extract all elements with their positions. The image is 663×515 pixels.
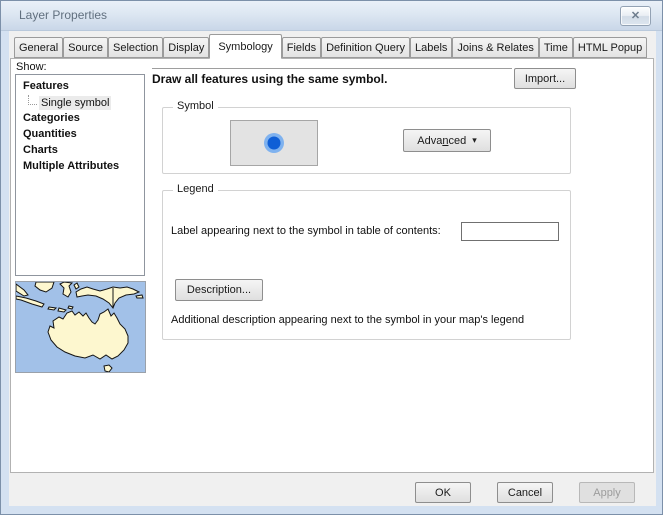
tab-labels[interactable]: Labels [410, 37, 452, 58]
symbol-groupbox: Symbol Advanced ▾ [162, 107, 571, 174]
legend-additional-text: Additional description appearing next to… [171, 314, 524, 326]
tab-joins-relates[interactable]: Joins & Relates [452, 37, 538, 58]
map-thumbnail [15, 281, 146, 373]
point-symbol-icon [263, 132, 285, 154]
legend-groupbox: Legend Label appearing next to the symbo… [162, 190, 571, 340]
page-heading: Draw all features using the same symbol. [152, 72, 387, 86]
symbol-preview-button[interactable] [230, 120, 318, 166]
layer-properties-dialog: Layer Properties ✕ General Source Select… [0, 0, 663, 515]
import-button[interactable]: Import... [514, 68, 576, 89]
header-divider [152, 68, 512, 70]
tree-item-quantities[interactable]: Quantities [16, 126, 144, 142]
description-button[interactable]: Description... [175, 279, 263, 301]
advanced-label: Advanced [417, 135, 466, 147]
tree-item-multiple-attributes[interactable]: Multiple Attributes [16, 158, 144, 174]
titlebar[interactable]: Layer Properties ✕ [1, 1, 662, 31]
cancel-button[interactable]: Cancel [497, 482, 553, 503]
close-icon: ✕ [631, 10, 640, 22]
tree-connector-icon [28, 95, 37, 105]
advanced-dropdown-button[interactable]: Advanced ▾ [403, 129, 491, 152]
symbology-page: Show: Features Single symbol Categories … [10, 58, 654, 473]
show-label: Show: [16, 61, 47, 73]
tab-strip: General Source Selection Display Symbolo… [14, 33, 654, 58]
tree-item-features[interactable]: Features [16, 78, 144, 94]
legend-group-caption: Legend [173, 183, 218, 195]
tree-item-single-symbol[interactable]: Single symbol [16, 94, 144, 110]
tab-definition-query[interactable]: Definition Query [321, 37, 410, 58]
tab-source[interactable]: Source [63, 37, 108, 58]
symbol-group-caption: Symbol [173, 100, 218, 112]
ok-button[interactable]: OK [415, 482, 471, 503]
close-button[interactable]: ✕ [620, 6, 651, 26]
tab-display[interactable]: Display [163, 37, 209, 58]
tab-general[interactable]: General [14, 37, 63, 58]
show-tree: Features Single symbol Categories Quanti… [15, 74, 145, 276]
tab-fields[interactable]: Fields [282, 37, 321, 58]
legend-label-text: Label appearing next to the symbol in ta… [171, 225, 441, 237]
tab-symbology[interactable]: Symbology [209, 34, 281, 59]
tab-html-popup[interactable]: HTML Popup [573, 37, 647, 58]
dialog-body: General Source Selection Display Symbolo… [9, 31, 656, 506]
tree-item-single-symbol-label: Single symbol [39, 96, 111, 110]
tree-item-categories[interactable]: Categories [16, 110, 144, 126]
tab-time[interactable]: Time [539, 37, 573, 58]
tree-item-charts[interactable]: Charts [16, 142, 144, 158]
window-title: Layer Properties [19, 1, 107, 30]
apply-button[interactable]: Apply [579, 482, 635, 503]
chevron-down-icon: ▾ [472, 135, 477, 146]
tab-selection[interactable]: Selection [108, 37, 163, 58]
legend-label-input[interactable] [461, 222, 559, 241]
